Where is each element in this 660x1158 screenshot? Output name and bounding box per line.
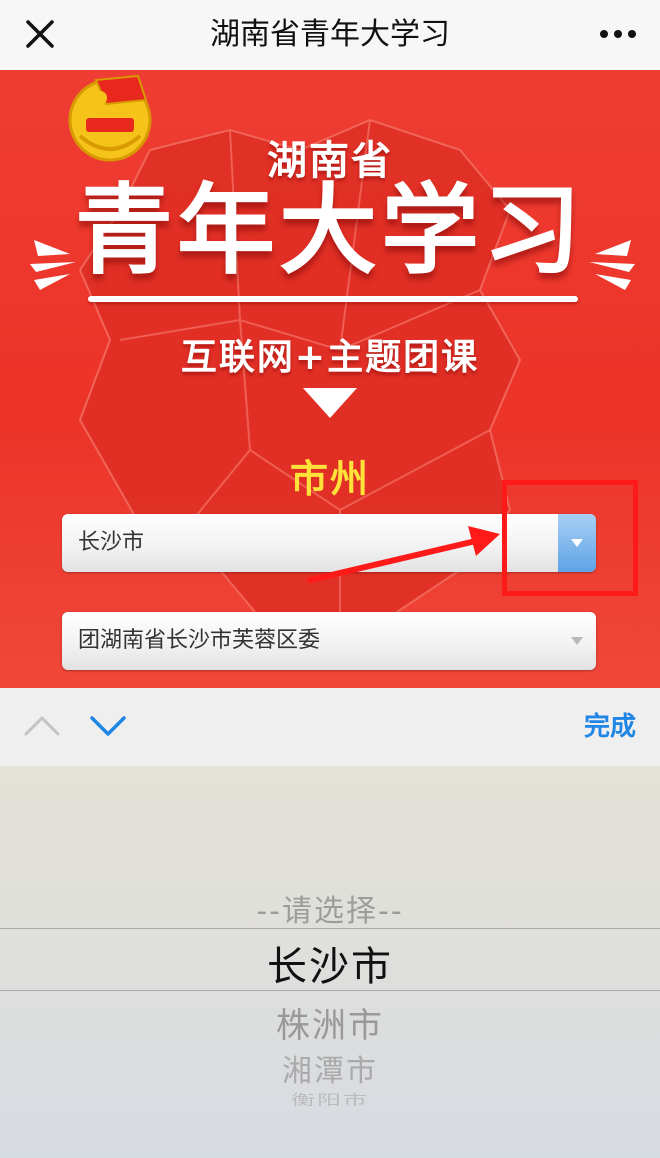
picker-option[interactable]: 株洲市 (0, 998, 660, 1047)
main-title: 青年大学习 (74, 174, 585, 288)
picker-option[interactable]: --请选择-- (0, 886, 660, 930)
subtitle: 互联网+主题团课 (180, 337, 480, 378)
keyboard-accessory-bar: 完成 (0, 688, 660, 767)
city-select-value: 长沙市 (78, 530, 145, 555)
hero-banner: 湖南省 青年大学习 互联网+主题团课 市州 长沙市 团湖南省长沙市芙蓉区委 (0, 70, 660, 688)
done-button[interactable]: 完成 (584, 688, 636, 766)
more-icon[interactable] (596, 14, 640, 54)
left-sparkle-decoration (30, 240, 76, 290)
title-underline (88, 296, 578, 302)
picker-option[interactable]: 衡阳市 (0, 1088, 660, 1109)
chevron-down-icon (571, 637, 583, 645)
chevron-up-icon[interactable] (20, 704, 64, 748)
city-picker-wheel[interactable]: --请选择-- 长沙市 株洲市 湘潭市 衡阳市 (0, 766, 660, 1158)
org-select-arrow[interactable] (558, 612, 596, 670)
down-triangle-icon (303, 388, 357, 418)
chevron-down-icon[interactable] (86, 704, 130, 748)
right-sparkle-decoration (589, 240, 635, 290)
org-select[interactable]: 团湖南省长沙市芙蓉区委 (62, 612, 596, 670)
org-select-value: 团湖南省长沙市芙蓉区委 (78, 628, 321, 653)
red-pointer-arrow-annotation (307, 526, 500, 583)
page-title: 湖南省青年大学习 (210, 17, 450, 52)
picker-option-selected[interactable]: 长沙市 (0, 934, 660, 992)
nav-bar: 湖南省青年大学习 (0, 0, 660, 71)
picker-option[interactable]: 湘潭市 (0, 1046, 660, 1090)
red-highlight-box-annotation (502, 480, 638, 596)
